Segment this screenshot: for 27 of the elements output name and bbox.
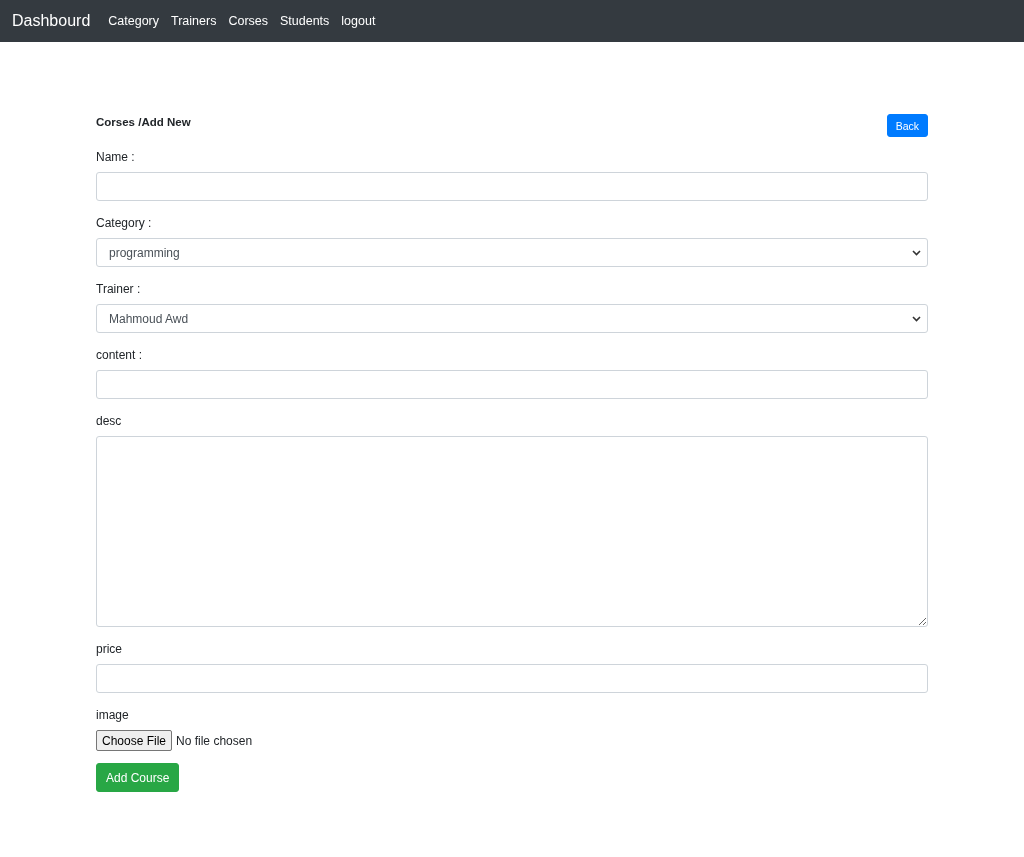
nav-link[interactable]: Students xyxy=(280,14,330,28)
field-label: content : xyxy=(96,348,144,363)
chevron-icon xyxy=(912,315,921,322)
page-heading: Corses /Add New xyxy=(96,116,191,128)
select-field[interactable]: Mahmoud Awd xyxy=(96,304,928,333)
nav-link[interactable]: Corses xyxy=(228,14,268,28)
field-label: price xyxy=(96,642,123,657)
field-label: image xyxy=(96,708,130,723)
select-value: programming xyxy=(109,245,180,260)
select-value: Mahmoud Awd xyxy=(109,311,189,326)
text-field[interactable] xyxy=(96,664,928,693)
field-label: Trainer : xyxy=(96,282,142,297)
brand-link[interactable]: Dashbourd xyxy=(12,12,91,30)
field-label: Name : xyxy=(96,150,136,165)
file-status: No file chosen xyxy=(176,733,253,748)
select-field[interactable]: programming xyxy=(96,238,928,267)
chevron-icon xyxy=(912,249,921,256)
choose-file-button[interactable]: Choose File xyxy=(96,730,173,751)
nav-link[interactable]: Trainers xyxy=(171,14,217,28)
textarea-field[interactable] xyxy=(96,436,928,627)
text-field[interactable] xyxy=(96,172,928,201)
back-button[interactable]: Back xyxy=(886,114,928,137)
nav-link[interactable]: logout xyxy=(341,14,376,28)
field-label: desc xyxy=(96,414,123,429)
nav-link[interactable]: Category xyxy=(108,14,159,28)
text-field[interactable] xyxy=(96,370,928,399)
field-label: Category : xyxy=(96,216,153,231)
